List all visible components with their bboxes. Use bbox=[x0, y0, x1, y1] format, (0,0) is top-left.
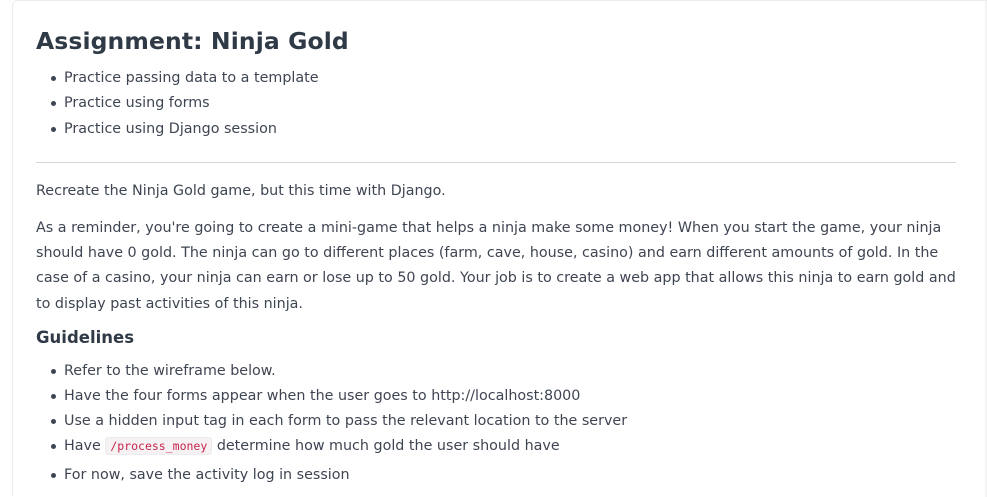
assignment-title: Assignment: Ninja Gold bbox=[36, 27, 349, 55]
objective-text: Practice using forms bbox=[64, 95, 210, 111]
section-divider bbox=[36, 162, 956, 163]
reminder-paragraph: As a reminder, you're going to create a … bbox=[36, 220, 956, 312]
bullet-icon bbox=[51, 101, 56, 106]
bullet-icon bbox=[51, 444, 56, 449]
assignment-card: Assignment: Ninja Gold Practice passing … bbox=[12, 0, 987, 497]
guideline-item: Have /process_money determine how much g… bbox=[51, 436, 560, 456]
bullet-icon bbox=[51, 419, 56, 424]
objective-item: Practice using Django session bbox=[51, 119, 277, 139]
objective-text: Practice passing data to a template bbox=[64, 70, 319, 86]
guideline-text: Have the four forms appear when the user… bbox=[64, 388, 581, 404]
objective-text: Practice using Django session bbox=[64, 121, 277, 137]
guideline-text: For now, save the activity log in sessio… bbox=[64, 467, 350, 483]
guideline-text: Refer to the wireframe below. bbox=[64, 363, 276, 379]
bullet-icon bbox=[51, 369, 56, 374]
guideline-text: Use a hidden input tag in each form to p… bbox=[64, 413, 628, 429]
guideline-item: For now, save the activity log in sessio… bbox=[51, 465, 350, 485]
bullet-icon bbox=[51, 394, 56, 399]
guideline-item: Have the four forms appear when the user… bbox=[51, 386, 581, 406]
process-money-code: /process_money bbox=[105, 437, 213, 455]
bullet-icon bbox=[51, 76, 56, 81]
guideline-item: Use a hidden input tag in each form to p… bbox=[51, 411, 628, 431]
bullet-icon bbox=[51, 127, 56, 132]
objective-item: Practice passing data to a template bbox=[51, 68, 319, 88]
guideline-suffix: determine how much gold the user should … bbox=[216, 438, 560, 454]
bullet-icon bbox=[51, 473, 56, 478]
guideline-item: Refer to the wireframe below. bbox=[51, 361, 276, 381]
guidelines-heading: Guidelines bbox=[36, 328, 135, 347]
objective-item: Practice using forms bbox=[51, 93, 210, 113]
intro-paragraph: Recreate the Ninja Gold game, but this t… bbox=[36, 183, 446, 199]
guideline-prefix: Have bbox=[64, 438, 101, 454]
